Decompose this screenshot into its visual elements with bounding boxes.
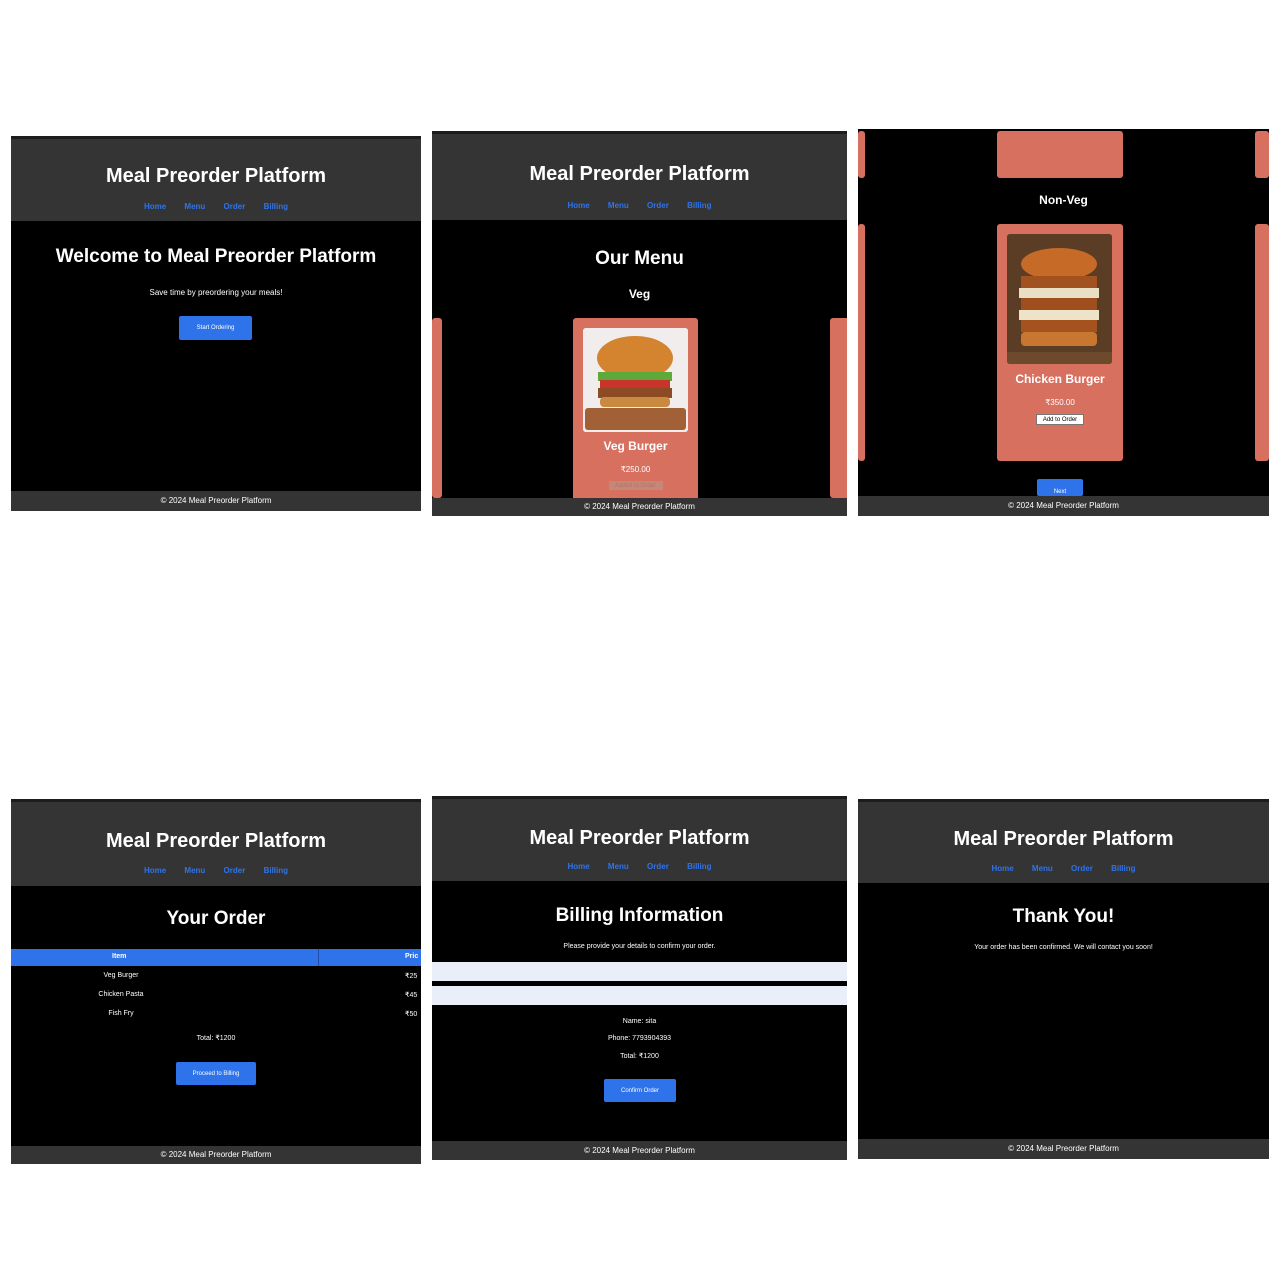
side-card-top-right bbox=[1255, 131, 1269, 178]
category-card-top bbox=[997, 131, 1123, 178]
site-header: Meal Preorder Platform Home Menu Order B… bbox=[858, 799, 1269, 883]
menu-screen: Meal Preorder Platform Home Menu Order B… bbox=[432, 131, 847, 516]
nav-billing-link[interactable]: Billing bbox=[1111, 864, 1135, 873]
main-nav: Home Menu Order Billing bbox=[432, 201, 847, 210]
brand-title: Meal Preorder Platform bbox=[105, 830, 327, 852]
nav-home-link[interactable]: Home bbox=[567, 862, 589, 871]
site-footer: © 2024 Meal Preorder Platform bbox=[11, 1146, 421, 1164]
site-footer: © 2024 Meal Preorder Platform bbox=[11, 491, 421, 511]
column-divider bbox=[318, 949, 319, 966]
page-title: Thank You! bbox=[1012, 906, 1115, 927]
page-title: Welcome to Meal Preorder Platform bbox=[55, 246, 377, 267]
site-footer: © 2024 Meal Preorder Platform bbox=[432, 498, 847, 516]
start-ordering-button[interactable]: Start Ordering bbox=[179, 316, 252, 340]
site-header: Meal Preorder Platform Home Menu Order B… bbox=[432, 796, 847, 881]
nav-order-link[interactable]: Order bbox=[1071, 864, 1093, 873]
name-input[interactable] bbox=[432, 962, 847, 981]
column-header-price: Pric bbox=[405, 953, 419, 960]
confirmation-message: Your order has been confirmed. We will c… bbox=[974, 944, 1153, 951]
brand-title: Meal Preorder Platform bbox=[105, 165, 327, 187]
home-screen: Meal Preorder Platform Home Menu Order B… bbox=[11, 136, 421, 511]
site-footer: © 2024 Meal Preorder Platform bbox=[858, 1139, 1269, 1159]
order-row-price: ₹25 bbox=[405, 973, 418, 980]
item-price: ₹250.00 bbox=[620, 465, 651, 474]
nav-home-link[interactable]: Home bbox=[144, 202, 166, 211]
phone-input[interactable] bbox=[432, 986, 847, 1005]
main-nav: Home Menu Order Billing bbox=[11, 866, 421, 875]
added-to-order-button[interactable]: Added to Order bbox=[608, 481, 663, 490]
confirm-order-button[interactable]: Confirm Order bbox=[604, 1079, 676, 1102]
billing-subtitle: Please provide your details to confirm y… bbox=[563, 943, 716, 950]
page-title: Billing Information bbox=[555, 905, 724, 926]
category-heading: Non-Veg bbox=[1039, 193, 1088, 207]
nav-order-link[interactable]: Order bbox=[224, 202, 246, 211]
category-heading: Veg bbox=[628, 287, 651, 301]
page-title: Our Menu bbox=[595, 248, 684, 269]
order-total: Total: ₹1200 bbox=[196, 1035, 236, 1042]
add-to-order-button[interactable]: Add to Order bbox=[1036, 414, 1084, 425]
next-button[interactable]: Next bbox=[1037, 479, 1083, 496]
nav-billing-link[interactable]: Billing bbox=[687, 862, 711, 871]
brand-title: Meal Preorder Platform bbox=[529, 827, 750, 849]
item-price: ₹350.00 bbox=[1045, 398, 1075, 407]
thank-you-screen: Meal Preorder Platform Home Menu Order B… bbox=[858, 799, 1269, 1159]
home-subtitle: Save time by preordering your meals! bbox=[149, 288, 283, 297]
order-row-item: Chicken Pasta bbox=[98, 991, 144, 998]
menu-card: Veg Burger ₹250.00 Added to Order bbox=[573, 318, 698, 503]
brand-title: Meal Preorder Platform bbox=[529, 163, 750, 185]
order-screen: Meal Preorder Platform Home Menu Order B… bbox=[11, 799, 421, 1164]
main-nav: Home Menu Order Billing bbox=[432, 862, 847, 871]
billing-phone: Phone: 7793904393 bbox=[607, 1035, 672, 1042]
nav-menu-link[interactable]: Menu bbox=[184, 202, 205, 211]
order-row-price: ₹50 bbox=[405, 1011, 418, 1018]
page-title: Your Order bbox=[166, 908, 266, 929]
nav-order-link[interactable]: Order bbox=[647, 201, 669, 210]
main-nav: Home Menu Order Billing bbox=[858, 864, 1269, 873]
site-header: Meal Preorder Platform Home Menu Order B… bbox=[11, 799, 421, 886]
order-row-price: ₹45 bbox=[405, 992, 418, 999]
billing-screen: Meal Preorder Platform Home Menu Order B… bbox=[432, 796, 847, 1160]
site-footer: © 2024 Meal Preorder Platform bbox=[432, 1141, 847, 1160]
menu-card: Chicken Burger ₹350.00 Add to Order bbox=[997, 224, 1123, 461]
site-header: Meal Preorder Platform Home Menu Order B… bbox=[11, 136, 421, 221]
nav-menu-link[interactable]: Menu bbox=[608, 201, 629, 210]
chicken-burger-image bbox=[1007, 234, 1112, 364]
item-name: Veg Burger bbox=[603, 439, 668, 453]
side-card-right bbox=[830, 318, 847, 498]
brand-title: Meal Preorder Platform bbox=[953, 828, 1174, 850]
nav-order-link[interactable]: Order bbox=[224, 866, 246, 875]
nav-home-link[interactable]: Home bbox=[991, 864, 1013, 873]
nav-billing-link[interactable]: Billing bbox=[264, 202, 288, 211]
nav-billing-link[interactable]: Billing bbox=[687, 201, 711, 210]
nav-home-link[interactable]: Home bbox=[567, 201, 589, 210]
order-row-item: Fish Fry bbox=[108, 1010, 134, 1017]
nav-billing-link[interactable]: Billing bbox=[264, 866, 288, 875]
side-card-top-left bbox=[858, 131, 865, 178]
main-nav: Home Menu Order Billing bbox=[11, 202, 421, 211]
veg-burger-image bbox=[583, 328, 688, 432]
site-header: Meal Preorder Platform Home Menu Order B… bbox=[432, 131, 847, 220]
site-footer: © 2024 Meal Preorder Platform bbox=[858, 496, 1269, 516]
side-card-left bbox=[858, 224, 865, 461]
billing-total: Total: ₹1200 bbox=[620, 1053, 659, 1060]
order-row-item: Veg Burger bbox=[103, 972, 139, 979]
nonveg-menu-screen: Non-Veg Chicken Burger ₹350.00 Add to Or… bbox=[858, 129, 1269, 516]
nav-menu-link[interactable]: Menu bbox=[1032, 864, 1053, 873]
proceed-to-billing-button[interactable]: Proceed to Billing bbox=[176, 1062, 256, 1085]
nav-home-link[interactable]: Home bbox=[144, 866, 166, 875]
nav-menu-link[interactable]: Menu bbox=[184, 866, 205, 875]
billing-name: Name: sita bbox=[622, 1018, 657, 1025]
order-table-header: Item Pric bbox=[11, 949, 421, 966]
column-header-item: Item bbox=[112, 953, 127, 960]
side-card-right bbox=[1255, 224, 1269, 461]
side-card-left bbox=[432, 318, 442, 498]
item-name: Chicken Burger bbox=[1015, 372, 1105, 386]
nav-order-link[interactable]: Order bbox=[647, 862, 669, 871]
nav-menu-link[interactable]: Menu bbox=[608, 862, 629, 871]
